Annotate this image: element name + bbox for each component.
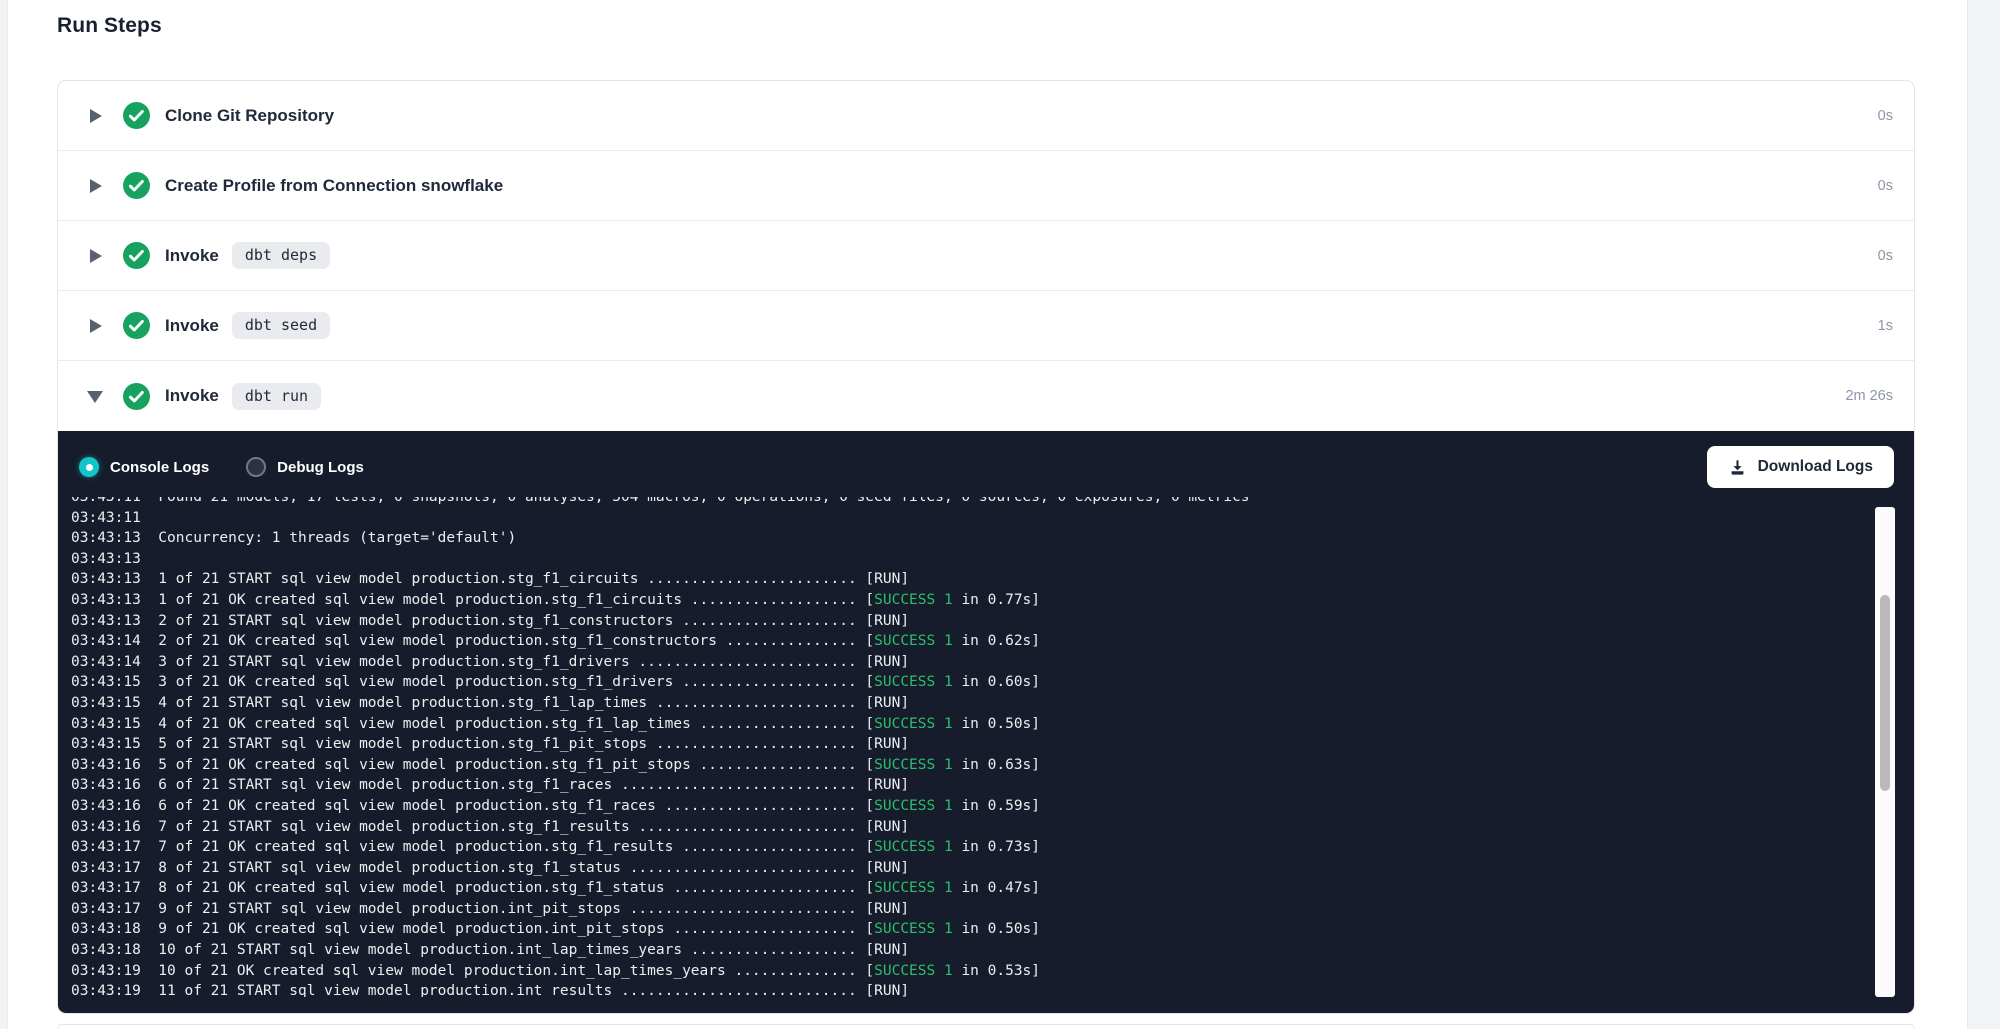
page-title: Run Steps bbox=[57, 14, 162, 38]
step-label: Invoke bbox=[165, 316, 219, 336]
radio-unselected-icon[interactable] bbox=[246, 457, 266, 477]
log-view-option-console-logs[interactable]: Console Logs bbox=[79, 457, 209, 477]
console-log-line: 03:43:16 6 of 21 OK created sql view mod… bbox=[71, 796, 1872, 817]
console-log-line: 03:43:17 8 of 21 START sql view model pr… bbox=[71, 858, 1872, 879]
step-row[interactable]: Invoke dbt deps 0s bbox=[58, 221, 1914, 291]
chevron-right-icon[interactable] bbox=[89, 179, 103, 193]
log-success-token: SUCCESS 1 bbox=[874, 757, 953, 773]
download-icon bbox=[1728, 458, 1747, 477]
radio-selected-icon[interactable] bbox=[79, 457, 99, 477]
console-log-line: 03:43:19 10 of 21 OK created sql view mo… bbox=[71, 961, 1872, 982]
console-log-line: 03:43:17 8 of 21 OK created sql view mod… bbox=[71, 878, 1872, 899]
step-duration: 0s bbox=[1878, 178, 1914, 194]
console-log-line: 03:43:13 1 of 21 START sql view model pr… bbox=[71, 569, 1872, 590]
download-logs-button[interactable]: Download Logs bbox=[1707, 446, 1894, 488]
step-success-check-icon bbox=[123, 102, 150, 129]
console-log-line: 03:43:15 4 of 21 OK created sql view mod… bbox=[71, 714, 1872, 735]
console-log-line: 03:43:16 5 of 21 OK created sql view mod… bbox=[71, 755, 1872, 776]
console-log-line: 03:43:13 2 of 21 START sql view model pr… bbox=[71, 611, 1872, 632]
console-log-line: 03:43:13 1 of 21 OK created sql view mod… bbox=[71, 590, 1872, 611]
step-row[interactable]: Create Profile from Connection snowflake… bbox=[58, 151, 1914, 221]
console-log-line: 03:43:18 10 of 21 START sql view model p… bbox=[71, 940, 1872, 961]
log-success-token: SUCCESS 1 bbox=[874, 592, 953, 608]
chevron-right-icon[interactable] bbox=[89, 319, 103, 333]
log-view-option-label: Debug Logs bbox=[277, 459, 364, 476]
log-success-token: SUCCESS 1 bbox=[874, 633, 953, 649]
step-command-badge: dbt run bbox=[232, 383, 321, 410]
log-success-token: SUCCESS 1 bbox=[874, 880, 953, 896]
console-log-line: 03:43:18 9 of 21 OK created sql view mod… bbox=[71, 919, 1872, 940]
step-row[interactable]: Clone Git Repository 0s bbox=[58, 81, 1914, 151]
log-view-option-label: Console Logs bbox=[110, 459, 209, 476]
right-page-gutter bbox=[1967, 0, 2000, 1029]
step-duration: 0s bbox=[1878, 248, 1914, 264]
console-scrollbar[interactable] bbox=[1875, 507, 1895, 997]
console-header: Console Logs Debug Logs Download Logs bbox=[58, 431, 1914, 497]
steps-rows: Clone Git Repository0sCreate Profile fro… bbox=[58, 81, 1914, 431]
console-log-line: 03:43:16 7 of 21 START sql view model pr… bbox=[71, 817, 1872, 838]
step-duration: 1s bbox=[1878, 318, 1914, 334]
log-success-token: SUCCESS 1 bbox=[874, 674, 953, 690]
step-label: Invoke bbox=[165, 246, 219, 266]
chevron-down-icon[interactable] bbox=[89, 389, 103, 403]
step-duration: 2m 26s bbox=[1845, 388, 1914, 404]
step-success-check-icon bbox=[123, 312, 150, 339]
run-steps-card: Clone Git Repository0sCreate Profile fro… bbox=[57, 80, 1915, 1014]
console-log-line: 03:43:13 bbox=[71, 549, 1872, 570]
download-logs-label: Download Logs bbox=[1758, 458, 1873, 476]
step-duration: 0s bbox=[1878, 108, 1914, 124]
step-row[interactable]: Invoke dbt run 2m 26s bbox=[58, 361, 1914, 431]
step-label: Create Profile from Connection snowflake bbox=[165, 176, 503, 196]
log-success-token: SUCCESS 1 bbox=[874, 716, 953, 732]
log-success-token: SUCCESS 1 bbox=[874, 921, 953, 937]
console-log-line: 03:43:15 4 of 21 START sql view model pr… bbox=[71, 693, 1872, 714]
console-log-line: 03:43:15 5 of 21 START sql view model pr… bbox=[71, 734, 1872, 755]
step-row[interactable]: Invoke dbt seed 1s bbox=[58, 291, 1914, 361]
console-log-line: 03:43:16 6 of 21 START sql view model pr… bbox=[71, 775, 1872, 796]
log-success-token: SUCCESS 1 bbox=[874, 839, 953, 855]
console-panel: Console Logs Debug Logs Download Logs 03:… bbox=[58, 431, 1914, 1013]
step-label: Clone Git Repository bbox=[165, 106, 334, 126]
step-success-check-icon bbox=[123, 383, 150, 410]
console-log-line: 03:43:13 Concurrency: 1 threads (target=… bbox=[71, 528, 1872, 549]
console-scrollbar-thumb[interactable] bbox=[1880, 595, 1890, 791]
step-command-badge: dbt deps bbox=[232, 242, 330, 269]
log-success-token: SUCCESS 1 bbox=[874, 798, 953, 814]
console-log-line: 03:43:19 11 of 21 START sql view model p… bbox=[71, 981, 1872, 997]
console-log-line: 03:43:11 bbox=[71, 508, 1872, 529]
step-success-check-icon bbox=[123, 242, 150, 269]
console-log-line: 03:43:14 2 of 21 OK created sql view mod… bbox=[71, 631, 1872, 652]
log-success-token: SUCCESS 1 bbox=[874, 963, 953, 979]
step-command-badge: dbt seed bbox=[232, 312, 330, 339]
console-log-line: 03:43:14 3 of 21 START sql view model pr… bbox=[71, 652, 1872, 673]
left-page-gutter bbox=[0, 0, 8, 1029]
step-success-check-icon bbox=[123, 172, 150, 199]
console-log-line: 03:43:17 9 of 21 START sql view model pr… bbox=[71, 899, 1872, 920]
console-log-area[interactable]: 03:43:11 Found 21 models, 17 tests, 0 sn… bbox=[71, 497, 1872, 997]
next-step-card-edge bbox=[57, 1024, 1915, 1029]
console-log-line: 03:43:17 7 of 21 OK created sql view mod… bbox=[71, 837, 1872, 858]
chevron-right-icon[interactable] bbox=[89, 249, 103, 263]
step-label: Invoke bbox=[165, 386, 219, 406]
log-view-option-debug-logs[interactable]: Debug Logs bbox=[246, 457, 364, 477]
log-view-options: Console Logs Debug Logs bbox=[79, 457, 401, 477]
console-log-line: 03:43:11 Found 21 models, 17 tests, 0 sn… bbox=[71, 497, 1872, 508]
console-log-line: 03:43:15 3 of 21 OK created sql view mod… bbox=[71, 672, 1872, 693]
chevron-right-icon[interactable] bbox=[89, 109, 103, 123]
